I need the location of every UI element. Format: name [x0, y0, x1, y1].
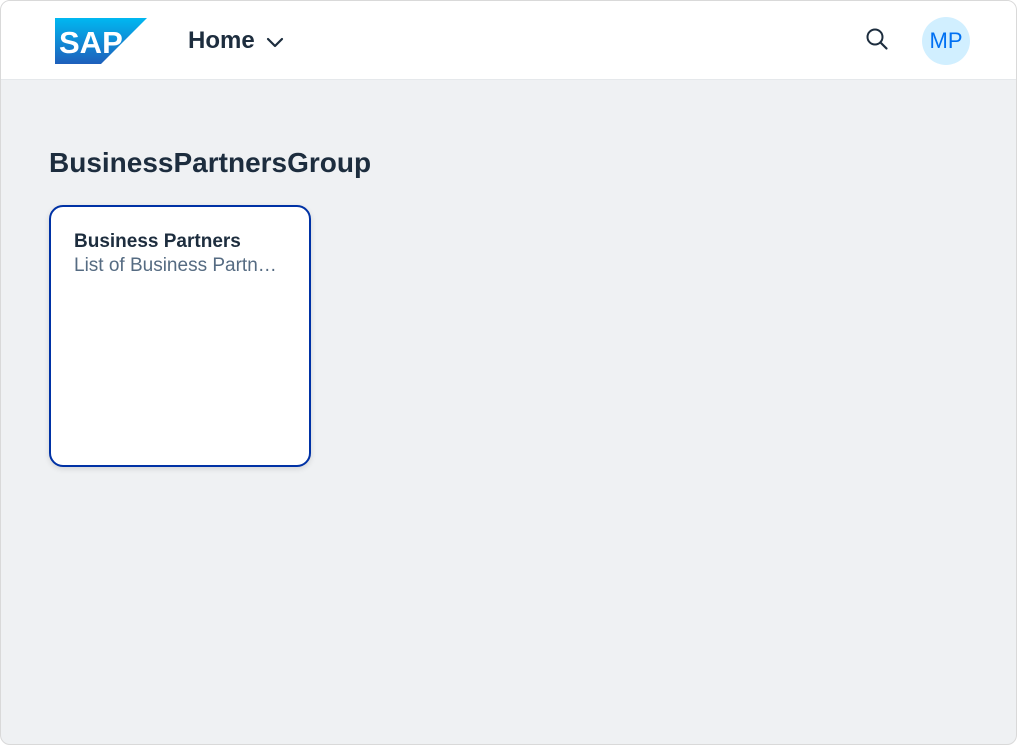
sap-logo-icon: SAP — [55, 18, 147, 64]
home-menu-button[interactable]: Home — [188, 23, 285, 59]
shell-bar: SAP Home MP — [1, 1, 1016, 80]
group-title: BusinessPartnersGroup — [49, 147, 372, 178]
tile-title: Business Partners — [74, 231, 241, 252]
sap-logo[interactable]: SAP — [55, 18, 147, 64]
tile-business-partners[interactable]: Business Partners List of Business Partn… — [49, 205, 311, 467]
user-avatar[interactable]: MP — [922, 17, 970, 65]
search-icon — [865, 27, 889, 56]
search-button[interactable] — [859, 23, 895, 59]
avatar-initials: MP — [929, 28, 963, 53]
chevron-down-icon — [265, 31, 285, 51]
tile-subtitle: List of Business Partners — [74, 255, 284, 276]
logo-text: SAP — [59, 25, 123, 60]
page-title: Home — [188, 27, 255, 54]
launchpad-window: SAP Home MP BusinessPartnersGroup Busine… — [0, 0, 1017, 745]
